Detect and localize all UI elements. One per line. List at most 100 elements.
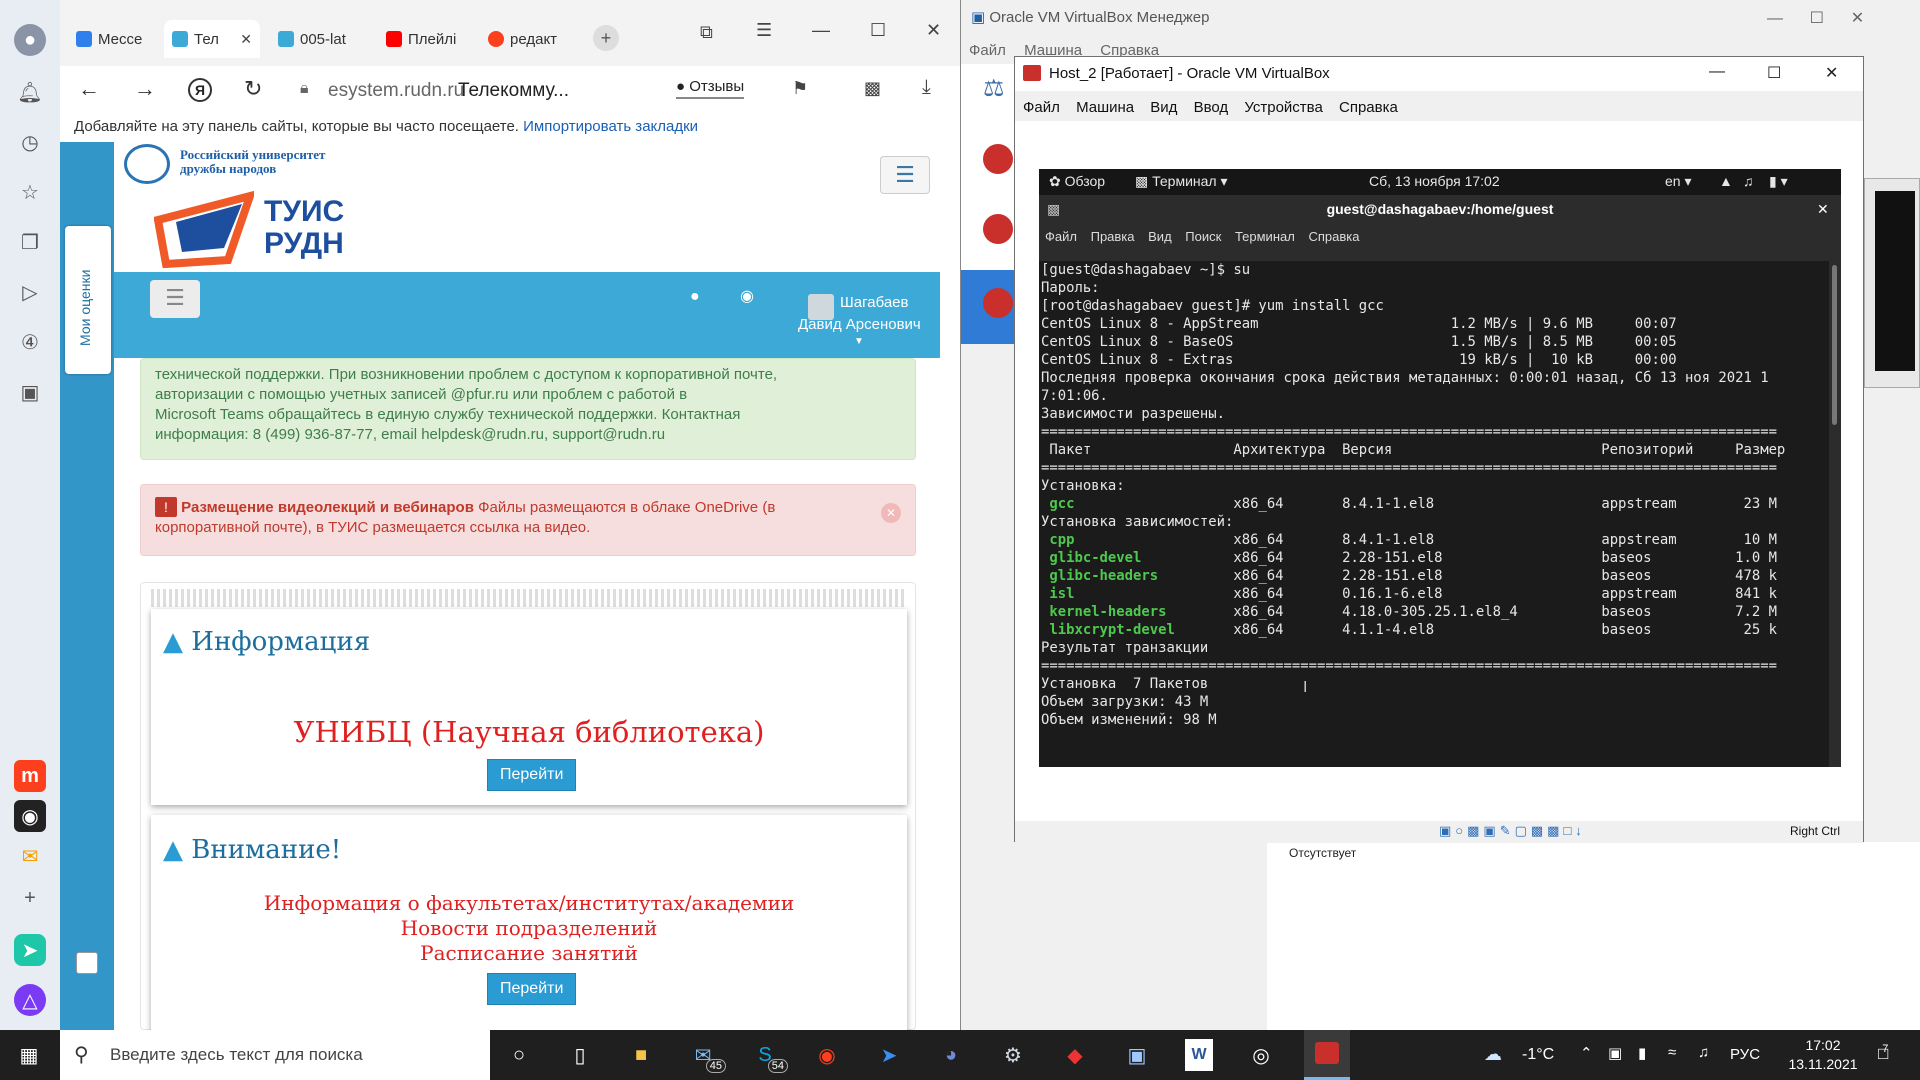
vm-menu-file[interactable]: Файл [1023,99,1060,116]
vm-icon[interactable] [983,214,1013,244]
vm-status-icons[interactable]: ▣○▩▣✎▢▩▩□↓ [1439,823,1586,839]
menu-icon[interactable]: ☰ [756,20,772,41]
cortana-icon[interactable]: ○ [502,1039,536,1071]
minimize-icon[interactable]: — [812,20,830,41]
maximize-icon[interactable]: ☐ [870,20,886,41]
screenshot-tool-icon[interactable] [76,952,98,974]
star-icon[interactable]: ☆ [14,176,46,208]
profile-avatar-icon[interactable]: ● [14,24,46,56]
close-window-icon[interactable]: ✕ [1825,63,1838,83]
vm-menu-view[interactable]: Вид [1150,99,1177,116]
term-menu-search[interactable]: Поиск [1185,229,1221,244]
minimize-icon[interactable]: — [1767,10,1783,27]
security-icon[interactable]: ▣ [1608,1044,1622,1062]
skype-icon[interactable]: S 54 [748,1039,788,1073]
taskbar-search[interactable]: ⚲ Введите здесь текст для поиска [60,1030,490,1080]
url-field[interactable]: 🔒︎ esystem.rudn.ru Телекомму... ● Отзывы [292,72,912,110]
guest-screen[interactable]: ✿ Обзор ▩ Терминал ▾ Сб, 13 ноября 17:02… [1039,169,1841,767]
term-menu-file[interactable]: Файл [1045,229,1077,244]
user-dropdown-icon[interactable]: ▼ [854,336,864,347]
steam-icon[interactable]: ⚙ [996,1039,1030,1071]
close-tab-icon[interactable]: ✕ [240,31,252,48]
faculties-link[interactable]: Информация о факультетах/институтах/акад… [151,891,907,916]
keyboard-layout[interactable]: en ▾ [1665,173,1692,190]
gnome-clock[interactable]: Сб, 13 ноября 17:02 [1369,173,1500,189]
battery-icon[interactable]: ▮ ▾ [1769,173,1788,190]
maximize-icon[interactable]: ☐ [1810,10,1824,27]
collections-icon[interactable]: ❐ [14,226,46,258]
new-tab-button[interactable]: + [593,25,619,51]
notifications-icon[interactable]: □7 [1878,1043,1894,1064]
user-surname[interactable]: Шагабаев [840,294,908,311]
news-link[interactable]: Новости подразделений [151,916,907,941]
speaker-icon[interactable]: ♫ [1698,1044,1709,1061]
tab-editor[interactable]: редакт [480,20,570,58]
reload-icon[interactable]: ↻ [244,76,262,102]
back-icon[interactable]: ← [78,76,100,102]
terminal-output[interactable]: [guest@dashagabaev ~]$ su Пароль: [root@da… [1039,261,1829,767]
alice-app-icon[interactable]: ◉ [14,800,46,832]
mts-icon[interactable]: m [14,760,46,792]
library-go-button[interactable]: Перейти [487,759,577,791]
forward-icon[interactable]: → [134,76,156,102]
task-view-icon[interactable]: ▯ [563,1039,597,1071]
obs-icon[interactable]: ◎ [1244,1039,1278,1071]
vm-menu-input[interactable]: Ввод [1194,99,1229,116]
term-menu-view[interactable]: Вид [1148,229,1172,244]
bell-icon[interactable]: 🔔︎ [14,76,46,108]
yandex-icon[interactable]: Я [188,78,212,102]
tab-messenger[interactable]: Мессе [68,20,160,58]
term-menu-edit[interactable]: Правка [1091,229,1135,244]
windows-start-icon[interactable]: ▦ [12,1039,46,1071]
schedule-link[interactable]: Расписание занятий [151,941,907,966]
scrollbar-thumb[interactable] [1832,265,1837,425]
vm-menu-machine[interactable]: Машина [1076,99,1134,116]
tab-playlist[interactable]: Плейлі [378,20,468,58]
weather-cloud-icon[interactable]: ☁ [1484,1044,1502,1065]
tools-icon[interactable]: ⚖ [983,74,1005,103]
vm-menu-help[interactable]: Справка [1339,99,1398,116]
site-menu-button[interactable]: ☰ [880,156,930,194]
vm-selected-row[interactable] [961,270,1015,344]
terminal-app-menu[interactable]: ▩ Терминал ▾ [1135,173,1228,190]
messenger-app-icon[interactable]: ➤ [14,934,46,966]
temperature[interactable]: -1°C [1522,1046,1554,1064]
wifi-icon[interactable]: ≈ [1668,1044,1676,1061]
alice-icon[interactable]: △ [14,984,46,1016]
attention-go-button[interactable]: Перейти [487,973,577,1005]
tab-tuis[interactable]: Тел ✕ [164,20,260,58]
vm-icon[interactable] [983,144,1013,174]
term-menu-help[interactable]: Справка [1308,229,1359,244]
virtualbox-taskbar-icon[interactable]: ▣ [1120,1039,1154,1071]
add-app-icon[interactable]: + [14,882,46,914]
term-menu-terminal[interactable]: Терминал [1235,229,1295,244]
tabs-panel-icon[interactable]: ⧉ [700,22,713,43]
minimize-icon[interactable]: — [1709,63,1725,81]
maximize-icon[interactable]: ☐ [1767,63,1781,83]
close-window-icon[interactable]: ✕ [1851,10,1864,27]
vm-menu-devices[interactable]: Устройства [1244,99,1322,116]
drag-handle[interactable] [151,589,907,607]
my-grades-tab[interactable]: Мои оценки [65,226,111,374]
play-icon[interactable]: ▷ [14,276,46,308]
history-icon[interactable]: ◷ [14,126,46,158]
notifications-bell-icon[interactable]: ● [690,288,700,306]
vm-taskbar-button[interactable] [1304,1030,1350,1080]
terminal-scrollbar[interactable] [1829,261,1841,767]
mail-app-icon[interactable]: ✉ [14,840,46,872]
input-language[interactable]: РУС [1730,1046,1760,1063]
screenshot-icon[interactable]: ▣ [14,376,46,408]
bookmark-icon[interactable]: ⚑ [792,78,808,99]
user-name-patronymic[interactable]: Давид Арсенович [798,316,921,333]
activities-button[interactable]: ✿ Обзор [1049,173,1105,190]
game-app-icon[interactable]: ◆ [1058,1039,1092,1071]
extensions-icon[interactable]: ▩ [864,78,881,99]
sidebar-toggle-button[interactable]: ☰ [150,280,200,318]
battery-tray-icon[interactable]: ▮ [1638,1044,1646,1062]
messages-chat-icon[interactable]: ◉ [740,286,754,306]
tab-005-lab[interactable]: 005-lat [270,20,360,58]
remote-desktop-icon[interactable]: ➤ [872,1039,906,1071]
mail-icon[interactable]: ✉ 45 [686,1039,726,1073]
close-window-icon[interactable]: ✕ [926,20,941,41]
yandex-browser-icon[interactable]: ◉ [810,1039,844,1071]
